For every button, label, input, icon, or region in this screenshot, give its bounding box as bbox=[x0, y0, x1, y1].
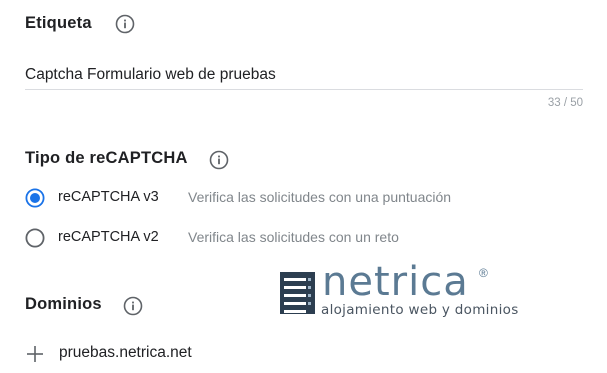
server-rack-icon bbox=[280, 272, 315, 314]
label-input[interactable] bbox=[25, 60, 583, 90]
radio-description: Verifica las solicitudes con un reto bbox=[188, 229, 399, 245]
radio-label: reCAPTCHA v2 bbox=[58, 229, 159, 245]
radio-option-recaptcha-v2[interactable]: reCAPTCHA v2 Verifica las solicitudes co… bbox=[25, 227, 585, 249]
domain-item: pruebas.netrica.net bbox=[59, 344, 192, 361]
netrica-watermark: netrica ® alojamiento web y dominios bbox=[280, 259, 520, 322]
info-icon[interactable] bbox=[115, 14, 135, 34]
plus-icon[interactable] bbox=[26, 345, 44, 363]
radio-label: reCAPTCHA v3 bbox=[58, 189, 159, 205]
radio-description: Verifica las solicitudes con una puntuac… bbox=[188, 189, 452, 205]
domains-section-title: Dominios bbox=[25, 295, 102, 313]
radio-option-recaptcha-v3[interactable]: reCAPTCHA v3 Verifica las solicitudes co… bbox=[25, 187, 585, 209]
radio-button-selected[interactable] bbox=[25, 188, 45, 208]
label-section-title: Etiqueta bbox=[25, 14, 92, 32]
radio-button-unselected[interactable] bbox=[25, 228, 45, 248]
registered-mark: ® bbox=[479, 266, 488, 280]
recaptcha-type-title: Tipo de reCAPTCHA bbox=[25, 149, 188, 167]
info-icon[interactable] bbox=[123, 296, 143, 316]
info-icon[interactable] bbox=[209, 150, 229, 170]
brand-tagline: alojamiento web y dominios bbox=[321, 302, 519, 318]
brand-name: netrica bbox=[322, 259, 469, 305]
character-counter: 33 / 50 bbox=[547, 97, 583, 109]
